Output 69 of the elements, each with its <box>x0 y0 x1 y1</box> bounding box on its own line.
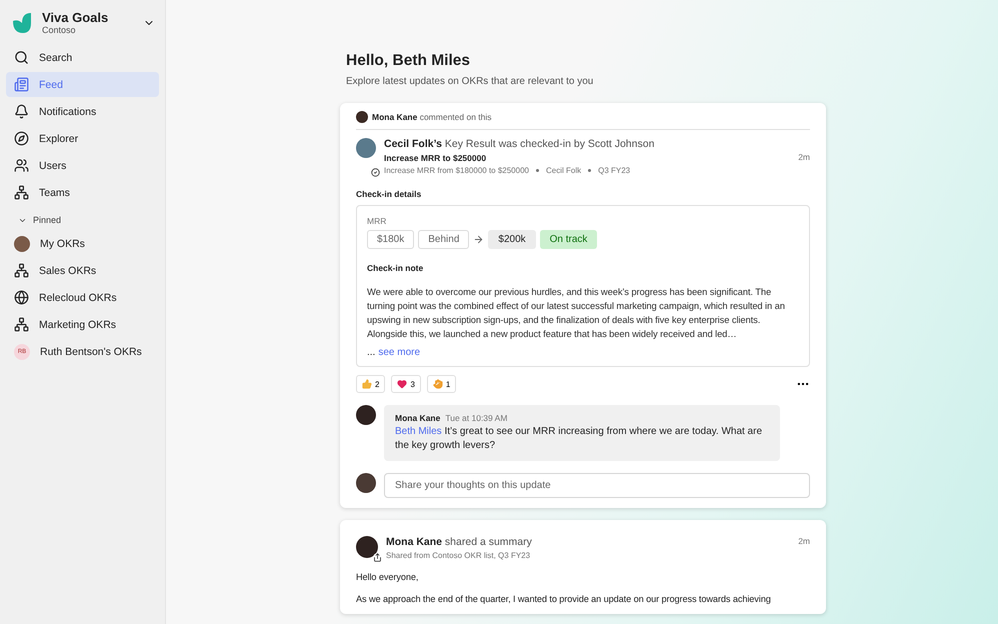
nav-icon <box>14 185 29 200</box>
current-value: $200k <box>488 230 536 249</box>
previous-status: Behind <box>418 230 470 249</box>
hand-icon <box>432 379 443 389</box>
avatar-photo <box>356 405 376 425</box>
ellipsis-text: ... <box>367 347 376 358</box>
nav-icon <box>14 158 29 173</box>
post-headline: Mona Kane shared a summary <box>386 536 533 548</box>
nav-icon <box>14 50 29 65</box>
separator-dot <box>536 169 539 172</box>
post-source: Shared from Contoso OKR list, Q3 FY23 <box>386 551 530 560</box>
nav-icon <box>14 131 29 146</box>
nav-icon <box>14 104 29 119</box>
pinned-item[interactable]: Marketing OKRs <box>6 312 159 337</box>
comment-time: Tue at 10:39 AM <box>445 413 508 423</box>
previous-value: $180k <box>367 230 414 249</box>
comment-text: Beth Miles It’s great to see our MRR increasing from where we are today. What are the key growth levers? <box>395 425 764 453</box>
app-logo <box>10 10 34 34</box>
heart-icon <box>397 379 408 389</box>
greeting-title: Hello, Beth Miles <box>346 52 472 70</box>
arrow-right-icon <box>473 234 484 245</box>
metric-name: MRR <box>367 216 388 226</box>
check-circle-icon <box>371 168 380 177</box>
reaction-button[interactable]: 2 <box>356 375 386 393</box>
current-status: On track <box>540 230 598 249</box>
summary-paragraph: As we approach the end of the quarter, I wanted to provide an update on our progress towards achieving <box>356 594 772 604</box>
reaction-button[interactable]: 3 <box>391 375 421 393</box>
avatar-photo <box>356 138 376 158</box>
meta-text: Cecil Folk <box>546 166 582 175</box>
pinned-item[interactable]: My OKRs <box>6 231 159 256</box>
nav-item[interactable]: Explorer <box>6 126 159 151</box>
section-label: Check-in details <box>356 189 422 199</box>
checkin-note: We were able to overcome our previous hurdles, and this week’s progress has been significant. The turning point was the combined effect of our latest successful marketing campaign, which resulted in an upswing in new subscription sign-ups, and the finalization of deals with five key enterprise clients. Alongside this, we launched a new product feature that has been widely received and led… <box>367 285 786 341</box>
pinned-header[interactable]: Pinned <box>6 207 159 229</box>
thumbs-up-icon <box>362 379 372 389</box>
app-name: Viva Goals <box>42 10 110 25</box>
nav-item[interactable]: Search <box>6 45 159 70</box>
org-name: Contoso <box>42 25 77 35</box>
share-icon <box>373 553 382 562</box>
org-chart-icon <box>14 263 29 278</box>
org-chart-icon <box>14 317 29 332</box>
globe-icon <box>14 290 29 305</box>
nav-item[interactable]: Feed <box>6 72 159 97</box>
reply-input[interactable]: Share your thoughts on this update <box>384 473 810 498</box>
activity-context: Mona Kane commented on this <box>372 112 492 122</box>
pinned-item[interactable]: Relecloud OKRs <box>6 285 159 310</box>
nav-item[interactable]: Notifications <box>6 99 159 124</box>
nav-icon <box>14 77 29 92</box>
separator-dot <box>588 169 592 172</box>
timestamp: 2m <box>798 152 810 162</box>
pinned-item[interactable]: Sales OKRs <box>6 258 159 283</box>
reaction-button[interactable]: 1 <box>426 375 456 393</box>
avatar-photo <box>356 473 376 493</box>
comment-author: Mona Kane <box>395 413 440 423</box>
mention-link[interactable]: Beth Miles <box>395 426 442 437</box>
avatar-photo <box>356 111 368 123</box>
avatar-photo <box>14 236 30 252</box>
meta-text: Q3 FY23 <box>598 166 630 175</box>
key-result-title: Increase MRR to $250000 <box>384 153 488 163</box>
meta-text: Increase MRR from $180000 to $250000 <box>384 166 529 175</box>
avatar-photo <box>356 536 378 558</box>
nav-item[interactable]: Users <box>6 153 159 178</box>
nav-item[interactable]: Teams <box>6 180 159 205</box>
timestamp: 2m <box>798 536 810 546</box>
greeting-subtitle: Explore latest updates on OKRs that are relevant to you <box>346 76 594 87</box>
summary-paragraph: Hello everyone, <box>356 572 420 582</box>
post-headline: Cecil Folk’s Key Result was checked-in by Scott Johnson <box>384 138 656 150</box>
see-more-link[interactable]: see more <box>378 347 420 358</box>
section-label: Check-in note <box>367 263 424 273</box>
